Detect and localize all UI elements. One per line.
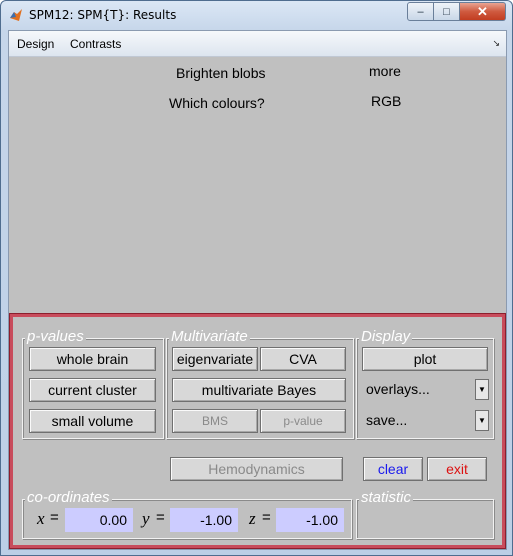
current-cluster-button[interactable]: current cluster bbox=[29, 378, 156, 402]
brighten-blobs-label: Brighten blobs bbox=[176, 65, 266, 81]
which-colours-label: Which colours? bbox=[169, 95, 265, 111]
pvalues-group: p-values whole brain current cluster sma… bbox=[22, 329, 164, 439]
dock-arrow-icon[interactable]: ↘ bbox=[492, 38, 500, 49]
dropdown-arrow-icon[interactable]: ▼ bbox=[475, 379, 489, 400]
x-coord-label: x bbox=[37, 509, 45, 528]
which-colours-value[interactable]: RGB bbox=[371, 93, 401, 109]
multivariate-group: Multivariate eigenvariate CVA multivaria… bbox=[166, 329, 354, 439]
dropdown-arrow-icon[interactable]: ▼ bbox=[475, 410, 489, 431]
coordinates-group-title: co-ordinates bbox=[25, 489, 112, 506]
statistic-group: statistic bbox=[356, 490, 494, 539]
pvalues-group-title: p-values bbox=[25, 328, 86, 345]
save-dropdown-label: save... bbox=[366, 412, 408, 428]
multivariate-group-title: Multivariate bbox=[169, 328, 250, 345]
hemodynamics-button[interactable]: Hemodynamics bbox=[170, 457, 343, 481]
y-coord-equals: = bbox=[156, 509, 165, 526]
z-coord-input[interactable]: -1.00 bbox=[276, 508, 344, 532]
minimize-button[interactable]: – bbox=[407, 2, 434, 21]
matlab-logo-icon bbox=[10, 9, 22, 21]
window-controls: – □ ✕ bbox=[407, 2, 506, 21]
display-group-title: Display bbox=[359, 328, 413, 345]
brighten-blobs-value[interactable]: more bbox=[369, 63, 401, 79]
title-bar: SPM12: SPM{T}: Results – □ ✕ bbox=[1, 1, 512, 29]
x-coord-equals: = bbox=[50, 509, 59, 526]
eigenvariate-button[interactable]: eigenvariate bbox=[172, 347, 258, 371]
overlays-dropdown[interactable]: overlays... ▼ bbox=[362, 377, 490, 403]
y-coord-input[interactable]: -1.00 bbox=[170, 508, 238, 532]
cva-button[interactable]: CVA bbox=[260, 347, 346, 371]
whole-brain-button[interactable]: whole brain bbox=[29, 347, 156, 371]
spm-results-window: SPM12: SPM{T}: Results – □ ✕ Design Cont… bbox=[0, 0, 513, 556]
overlays-dropdown-label: overlays... bbox=[366, 381, 430, 397]
z-coord-equals: = bbox=[262, 509, 271, 526]
clear-button-label: clear bbox=[377, 461, 409, 477]
coordinates-group: co-ordinates x = 0.00 y = -1.00 z = -1.0… bbox=[22, 490, 352, 539]
menu-design[interactable]: Design bbox=[17, 37, 54, 51]
figure-client-area: Design Contrasts ↘ Brighten blobs more W… bbox=[8, 30, 507, 550]
menu-contrasts[interactable]: Contrasts bbox=[70, 37, 121, 51]
exit-button[interactable]: exit bbox=[427, 457, 487, 481]
window-title: SPM12: SPM{T}: Results bbox=[29, 8, 177, 22]
maximize-button[interactable]: □ bbox=[434, 2, 460, 21]
exit-button-label: exit bbox=[446, 461, 468, 477]
display-group: Display plot overlays... ▼ save... ▼ bbox=[356, 329, 494, 439]
bms-button[interactable]: BMS bbox=[172, 409, 258, 433]
x-coord-input[interactable]: 0.00 bbox=[65, 508, 133, 532]
close-button[interactable]: ✕ bbox=[460, 2, 506, 21]
y-coord-label: y bbox=[142, 509, 150, 528]
multivariate-bayes-button[interactable]: multivariate Bayes bbox=[172, 378, 346, 402]
clear-button[interactable]: clear bbox=[363, 457, 423, 481]
small-volume-button[interactable]: small volume bbox=[29, 409, 156, 433]
z-coord-label: z bbox=[249, 509, 256, 528]
pvalue-button[interactable]: p-value bbox=[260, 409, 346, 433]
save-dropdown[interactable]: save... ▼ bbox=[362, 408, 490, 434]
results-control-panel: p-values whole brain current cluster sma… bbox=[9, 313, 506, 549]
options-area: Brighten blobs more Which colours? RGB bbox=[9, 58, 506, 342]
menu-bar: Design Contrasts ↘ bbox=[9, 31, 506, 57]
statistic-group-title: statistic bbox=[359, 489, 414, 506]
plot-button[interactable]: plot bbox=[362, 347, 488, 371]
